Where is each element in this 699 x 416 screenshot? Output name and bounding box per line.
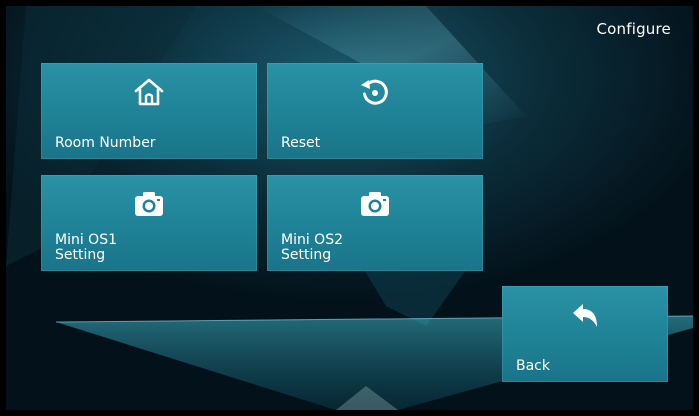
camera-icon (361, 192, 389, 216)
back-label: Back (516, 358, 550, 374)
mini-os1-label: Mini OS1 Setting (55, 232, 117, 263)
room-number-button[interactable]: Room Number (41, 63, 257, 159)
config-screen: Configure Room Number Reset Mini OS1 Set… (6, 6, 693, 410)
reset-icon (361, 79, 388, 105)
mini-os2-label: Mini OS2 Setting (281, 232, 343, 263)
back-arrow-icon (573, 304, 597, 327)
mini-os1-setting-button[interactable]: Mini OS1 Setting (41, 175, 257, 271)
back-button[interactable]: Back (502, 286, 668, 382)
room-number-label: Room Number (55, 135, 156, 151)
camera-icon (135, 192, 163, 216)
reset-button[interactable]: Reset (267, 63, 483, 159)
home-icon (134, 78, 164, 106)
reset-label: Reset (281, 135, 321, 151)
mini-os2-setting-button[interactable]: Mini OS2 Setting (267, 175, 483, 271)
page-title: Configure (596, 20, 671, 38)
